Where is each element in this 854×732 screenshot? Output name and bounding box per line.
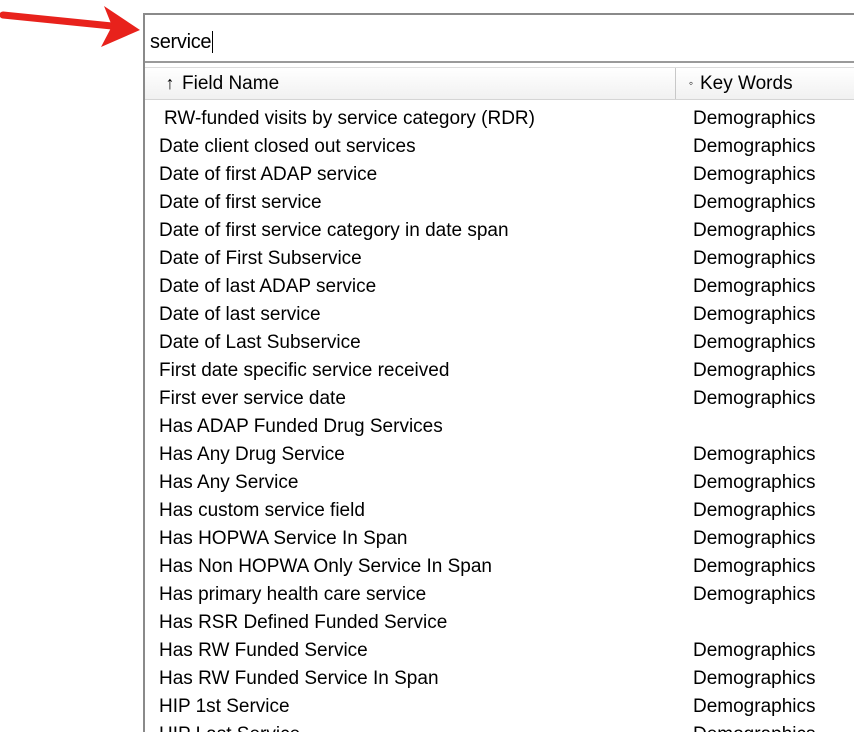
text-caret (212, 31, 214, 53)
key-words-cell: Demographics (693, 108, 816, 129)
column-header-field-name[interactable]: ↑ Field Name (145, 68, 676, 99)
field-name-cell: Date of first service (159, 192, 322, 213)
key-words-cell: Demographics (693, 500, 816, 521)
field-name-cell: Has custom service field (159, 500, 365, 521)
column-header-field-name-label: Field Name (182, 73, 280, 94)
field-name-cell: Has Non HOPWA Only Service In Span (159, 556, 492, 577)
key-words-cell: Demographics (693, 556, 816, 577)
field-name-cell: Date of Last Subservice (159, 332, 361, 353)
field-name-cell: HIP 1st Service (159, 696, 290, 717)
list-item[interactable]: Date of Last Subservice Demographics (145, 329, 854, 357)
list-item[interactable]: Has Any Drug Service Demographics (145, 441, 854, 469)
key-words-cell: Demographics (693, 388, 816, 409)
field-name-cell: Has HOPWA Service In Span (159, 528, 408, 549)
red-arrow-annotation-icon (0, 6, 140, 47)
search-input[interactable]: service (150, 31, 214, 53)
key-words-cell: Demographics (693, 584, 816, 605)
key-words-cell: Demographics (693, 472, 816, 493)
list-item[interactable]: Date of first service Demographics (145, 189, 854, 217)
key-words-cell: Demographics (693, 332, 816, 353)
list-item[interactable]: Has Non HOPWA Only Service In Span Demogr… (145, 553, 854, 581)
field-name-cell: HIP Last Service (159, 721, 300, 732)
key-words-cell: Demographics (693, 136, 816, 157)
small-circle-icon: ◦ (688, 76, 694, 90)
list-item[interactable]: First date specific service received Demo… (145, 357, 854, 385)
field-name-cell: Has Any Service (159, 472, 299, 493)
list-item[interactable]: Has HOPWA Service In Span Demographics (145, 525, 854, 553)
key-words-cell: Demographics (693, 696, 816, 717)
key-words-cell: Demographics (693, 528, 816, 549)
field-list: RW-funded visits by service category (RD… (145, 105, 854, 732)
field-name-cell: Date of last service (159, 304, 321, 325)
field-search-panel: service ↑ Field Name ◦ Key Words RW-funded… (143, 13, 854, 732)
key-words-cell: Demographics (693, 192, 816, 213)
field-name-cell: Has Any Drug Service (159, 444, 345, 465)
list-item[interactable]: Has RSR Defined Funded Service (145, 609, 854, 637)
list-item[interactable]: Has RW Funded Service Demographics (145, 637, 854, 665)
list-item[interactable]: Date of first ADAP service Demographics (145, 161, 854, 189)
list-item[interactable]: Date of last service Demographics (145, 301, 854, 329)
field-name-cell: Has ADAP Funded Drug Services (159, 416, 443, 437)
list-item[interactable]: Has primary health care service Demograph… (145, 581, 854, 609)
sort-ascending-arrow-icon: ↑ (165, 73, 175, 93)
list-item[interactable]: Has RW Funded Service In Span Demographic… (145, 665, 854, 693)
field-name-cell: Has RW Funded Service (159, 640, 368, 661)
key-words-cell: Demographics (693, 360, 816, 381)
field-name-cell: Date client closed out services (159, 136, 416, 157)
key-words-cell: Demographics (693, 304, 816, 325)
field-name-cell: First ever service date (159, 388, 346, 409)
column-header-key-words[interactable]: ◦ Key Words (676, 68, 854, 99)
field-name-cell: Has RW Funded Service In Span (159, 668, 439, 689)
search-input-value: service (150, 31, 212, 53)
field-name-cell: First date specific service received (159, 360, 450, 381)
list-item[interactable]: RW-funded visits by service category (RD… (145, 105, 854, 133)
field-name-cell: RW-funded visits by service category (RD… (164, 108, 535, 129)
list-item[interactable]: Date client closed out services Demograph… (145, 133, 854, 161)
key-words-cell: Demographics (693, 444, 816, 465)
list-item[interactable]: Has Any Service Demographics (145, 469, 854, 497)
field-name-cell: Has primary health care service (159, 584, 427, 605)
list-item[interactable]: First ever service date Demographics (145, 385, 854, 413)
key-words-cell: Demographics (693, 164, 816, 185)
search-box[interactable]: service (145, 15, 854, 63)
key-words-cell: Demographics (693, 668, 816, 689)
field-name-cell: Has RSR Defined Funded Service (159, 612, 448, 633)
key-words-cell: Demographics (693, 640, 816, 661)
key-words-cell: Demographics (693, 220, 816, 241)
list-item[interactable]: Date of first service category in date s… (145, 217, 854, 245)
list-item[interactable]: Date of last ADAP service Demographics (145, 273, 854, 301)
list-item[interactable]: Has custom service field Demographics (145, 497, 854, 525)
list-item[interactable]: Date of First Subservice Demographics (145, 245, 854, 273)
list-item[interactable]: HIP 1st Service Demographics (145, 693, 854, 721)
column-header-key-words-label: Key Words (700, 73, 793, 94)
list-item[interactable]: HIP Last Service Demographics (145, 721, 854, 732)
field-name-cell: Date of last ADAP service (159, 276, 377, 297)
key-words-cell: Demographics (693, 276, 816, 297)
field-name-cell: Date of first ADAP service (159, 164, 378, 185)
key-words-cell: Demographics (693, 721, 816, 732)
field-name-cell: Date of First Subservice (159, 248, 362, 269)
key-words-cell: Demographics (693, 248, 816, 269)
column-header-row: ↑ Field Name ◦ Key Words (145, 67, 854, 100)
list-item[interactable]: Has ADAP Funded Drug Services (145, 413, 854, 441)
field-name-cell: Date of first service category in date s… (159, 220, 509, 241)
